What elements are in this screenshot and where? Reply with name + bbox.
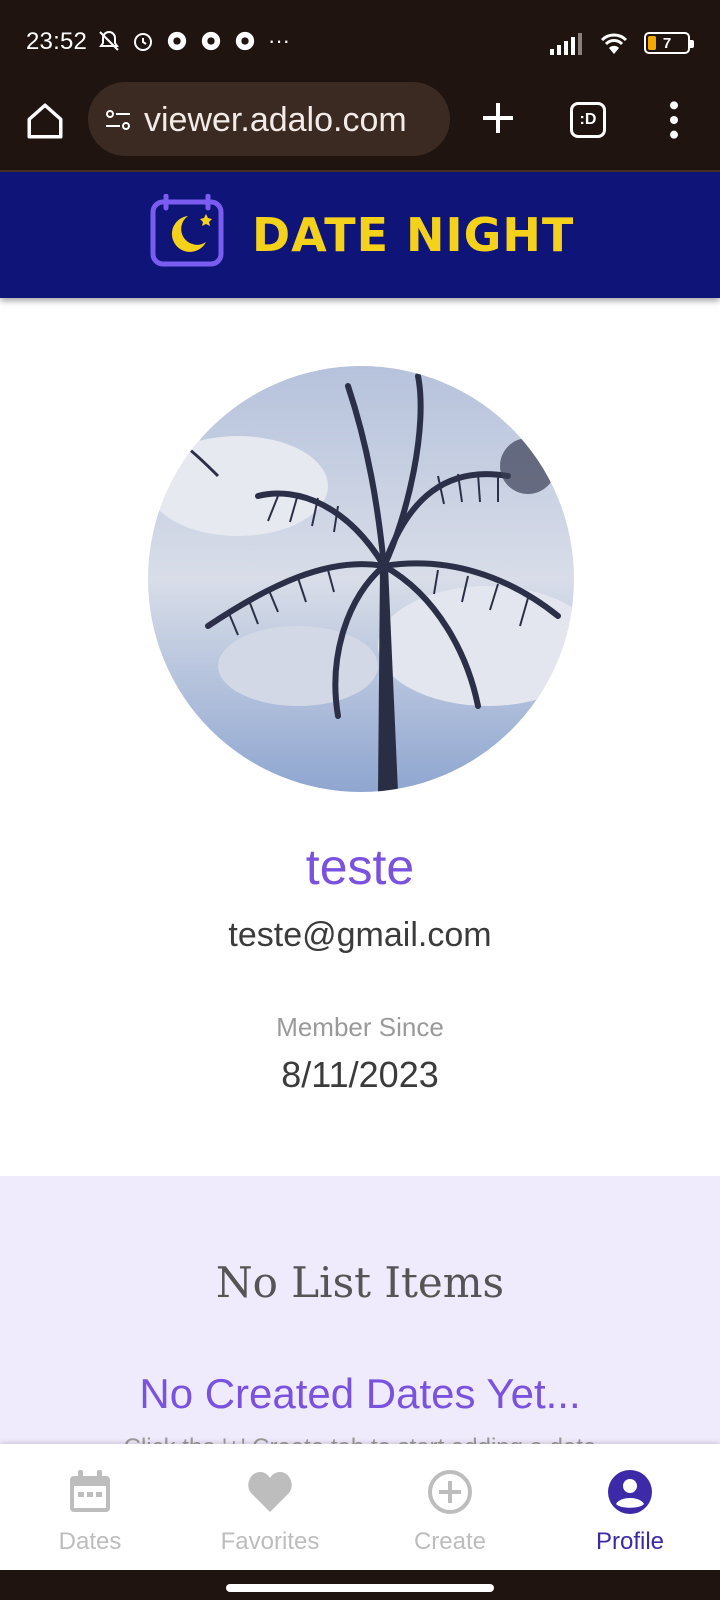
- plus-circle-icon: [428, 1470, 472, 1514]
- nav-item-dates[interactable]: Dates: [0, 1444, 180, 1570]
- empty-list-text: No List Items: [215, 1258, 505, 1307]
- browser-toolbar: viewer.adalo.com :D: [0, 82, 720, 172]
- wifi-icon: [600, 33, 628, 54]
- bottom-navigation: Dates Favorites Create Profile: [0, 1444, 720, 1570]
- app-title: DATE NIGHT: [252, 208, 575, 262]
- more-dots-icon: ···: [268, 28, 290, 53]
- signal-icon: [550, 33, 582, 55]
- chrome-icon: [164, 28, 190, 54]
- nav-label-dates: Dates: [58, 1528, 122, 1555]
- app-header: DATE NIGHT: [0, 172, 720, 298]
- browser-menu-icon[interactable]: [664, 100, 684, 140]
- profile-email: teste@gmail.com: [228, 916, 492, 954]
- battery-level: 7: [662, 34, 672, 52]
- site-settings-icon[interactable]: [102, 104, 134, 136]
- status-time: 23:52: [26, 28, 88, 55]
- home-gesture-handle[interactable]: [226, 1584, 494, 1592]
- calendar-moon-logo-icon: [150, 194, 224, 267]
- status-bar: 23:52 ··· 7: [0, 0, 720, 82]
- chrome-icon: [198, 28, 224, 54]
- nav-item-favorites[interactable]: Favorites: [180, 1444, 360, 1570]
- nav-item-create[interactable]: Create: [360, 1444, 540, 1570]
- palm-tree-photo: [148, 366, 574, 792]
- account-circle-icon: [608, 1470, 652, 1514]
- nav-label-profile: Profile: [595, 1528, 665, 1555]
- address-bar[interactable]: viewer.adalo.com: [88, 82, 450, 156]
- created-dates-section: No List Items No Created Dates Yet... Cl…: [0, 1176, 720, 1461]
- home-icon[interactable]: [24, 100, 66, 142]
- nav-item-profile[interactable]: Profile: [540, 1444, 720, 1570]
- notification-icons: ···: [96, 28, 292, 54]
- member-since-label: Member Since: [276, 1012, 444, 1042]
- calendar-icon: [70, 1470, 110, 1512]
- chrome-icon: [232, 28, 258, 54]
- profile-avatar: [148, 366, 574, 792]
- empty-dates-title: No Created Dates Yet...: [139, 1370, 581, 1417]
- heart-icon: [248, 1472, 292, 1512]
- alarm-icon: [130, 28, 156, 54]
- tab-switcher-button[interactable]: :D: [570, 102, 606, 138]
- nav-label-create: Create: [413, 1528, 487, 1555]
- battery-icon: 7: [644, 32, 694, 54]
- member-since-date: 8/11/2023: [281, 1054, 439, 1095]
- new-tab-icon[interactable]: [478, 98, 518, 138]
- profile-name: teste: [305, 839, 415, 895]
- gesture-bar: [0, 1570, 720, 1600]
- notifications-off-icon: [96, 28, 122, 54]
- url-text[interactable]: viewer.adalo.com: [144, 101, 444, 140]
- system-indicators: 7: [550, 30, 694, 56]
- nav-label-favorites: Favorites: [220, 1528, 320, 1555]
